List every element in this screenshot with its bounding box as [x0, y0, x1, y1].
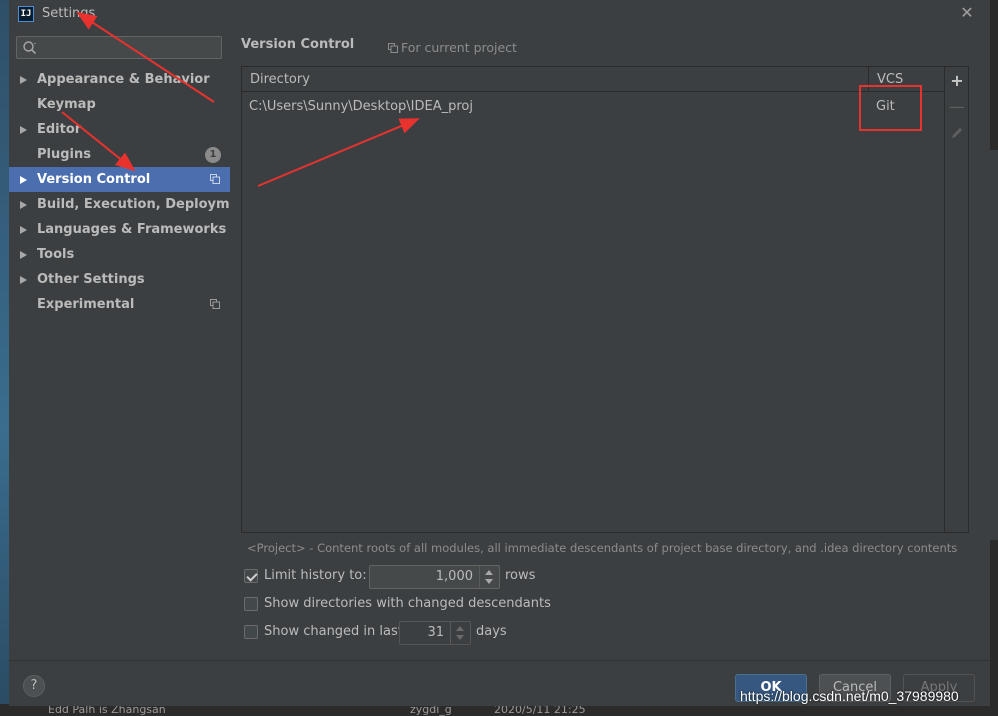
search-icon — [23, 41, 37, 55]
stepper-arrows[interactable] — [450, 622, 470, 644]
sidebar-item-version-control[interactable]: Version Control — [9, 167, 230, 192]
sidebar-item-build-execution-deployment[interactable]: Build, Execution, Deployment — [9, 192, 254, 217]
expand-arrow-icon — [20, 176, 27, 184]
vcs-mappings-table: Directory VCS C:\Users\Sunny\Desktop\IDE… — [241, 66, 945, 533]
sidebar-item-other-settings[interactable]: Other Settings — [9, 267, 230, 292]
project-scope-icon — [210, 174, 220, 184]
background-desktop-edge — [0, 0, 9, 716]
settings-content: Version Control For current project Dire… — [230, 28, 990, 660]
arrow-up-icon[interactable] — [485, 570, 493, 575]
limit-history-option: Limit history to: 1,000 rows — [244, 565, 544, 589]
title-bar[interactable]: IJ Settings ✕ — [9, 0, 990, 28]
expand-arrow-icon — [20, 251, 27, 259]
scope-label: For current project — [401, 40, 517, 55]
column-header-directory[interactable]: Directory — [242, 67, 869, 92]
sidebar-item-label: Keymap — [37, 97, 96, 112]
show-changed-checkbox[interactable] — [244, 625, 258, 639]
sidebar-item-label: Languages & Frameworks — [37, 222, 227, 237]
sidebar-item-label: Other Settings — [37, 272, 145, 287]
sidebar-item-label: Plugins — [37, 147, 91, 162]
table-row[interactable]: C:\Users\Sunny\Desktop\IDEA_proj Git — [242, 94, 944, 119]
edit-pencil-icon[interactable] — [947, 123, 967, 143]
expand-arrow-icon — [20, 126, 27, 134]
background-editor-edge — [990, 0, 998, 716]
sidebar-item-label: Version Control — [37, 172, 151, 187]
help-button[interactable]: ? — [23, 675, 45, 697]
window-title: Settings — [42, 6, 96, 21]
expand-arrow-icon — [20, 201, 27, 209]
history-rows-stepper[interactable]: 1,000 — [369, 565, 500, 589]
arrow-down-icon[interactable] — [485, 579, 493, 584]
page-title: Version Control — [241, 37, 355, 52]
sidebar-item-tools[interactable]: Tools — [9, 242, 230, 267]
stepper-arrows[interactable] — [479, 566, 499, 588]
table-header: Directory VCS — [242, 67, 944, 92]
settings-sidebar: Appearance & Behavior Keymap Editor Plug… — [9, 28, 254, 660]
sidebar-item-label: Experimental — [37, 297, 135, 312]
search-input[interactable] — [16, 36, 222, 59]
directory-cell[interactable]: C:\Users\Sunny\Desktop\IDEA_proj — [249, 94, 473, 119]
table-toolbar: + — — [945, 66, 969, 533]
remove-icon[interactable]: — — [947, 97, 967, 117]
sidebar-item-experimental[interactable]: Experimental — [9, 292, 230, 317]
notification-badge: 1 — [205, 147, 221, 163]
close-icon[interactable]: ✕ — [957, 3, 977, 23]
changed-days-stepper[interactable]: 31 — [399, 621, 471, 645]
watermark: https://blog.csdn.net/m0_37989980 — [740, 688, 959, 704]
vcs-cell[interactable]: Git — [876, 94, 895, 119]
show-dirs-option: Show directories with changed descendant… — [244, 593, 551, 615]
show-dirs-label: Show directories with changed descendant… — [264, 596, 551, 611]
settings-dialog: IJ Settings ✕ Appearance & Behavior Keym… — [9, 0, 990, 706]
limit-history-checkbox[interactable] — [244, 569, 258, 583]
project-hint-text: <Project> - Content roots of all modules… — [247, 541, 958, 555]
sidebar-item-languages-frameworks[interactable]: Languages & Frameworks — [9, 217, 230, 242]
arrow-up-icon[interactable] — [456, 626, 464, 631]
days-suffix: days — [476, 624, 507, 639]
sidebar-item-label: Tools — [37, 247, 75, 262]
expand-arrow-icon — [20, 76, 27, 84]
changed-days-value[interactable]: 31 — [427, 622, 444, 644]
sidebar-item-editor[interactable]: Editor — [9, 117, 230, 142]
rows-suffix: rows — [505, 568, 536, 583]
limit-history-label: Limit history to: — [264, 568, 367, 583]
sidebar-item-label: Build, Execution, Deployment — [37, 197, 254, 212]
history-rows-value[interactable]: 1,000 — [436, 566, 473, 588]
column-header-vcs[interactable]: VCS — [869, 67, 944, 92]
project-scope-icon — [210, 299, 220, 309]
scope-indicator: For current project — [388, 40, 517, 55]
project-scope-icon — [388, 43, 398, 53]
sidebar-item-label: Editor — [37, 122, 82, 137]
sidebar-item-appearance-behavior[interactable]: Appearance & Behavior — [9, 67, 230, 92]
show-changed-label: Show changed in last — [264, 624, 403, 639]
sidebar-item-label: Appearance & Behavior — [37, 72, 210, 87]
sidebar-item-keymap[interactable]: Keymap — [9, 92, 230, 117]
arrow-down-icon[interactable] — [456, 635, 464, 640]
sidebar-item-plugins[interactable]: Plugins 1 — [9, 142, 230, 167]
intellij-app-icon: IJ — [18, 6, 34, 22]
expand-arrow-icon — [20, 276, 27, 284]
add-icon[interactable]: + — [947, 71, 967, 91]
show-changed-option: Show changed in last 31 days — [244, 621, 507, 645]
expand-arrow-icon — [20, 226, 27, 234]
show-dirs-checkbox[interactable] — [244, 597, 258, 611]
